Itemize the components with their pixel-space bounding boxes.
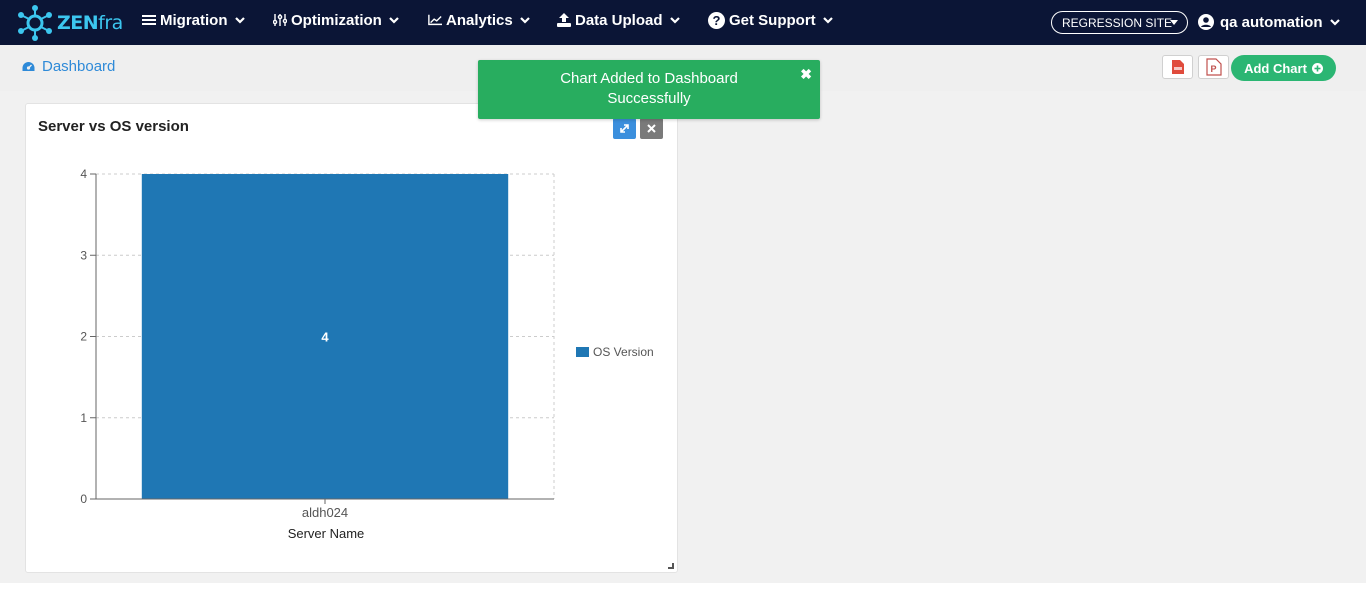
caret-down-icon — [1170, 20, 1178, 25]
y-tick-label: 0 — [80, 492, 87, 506]
toast-close-icon[interactable]: ✖ — [800, 66, 812, 83]
nav-optimization[interactable]: Optimization — [273, 10, 400, 30]
svg-text:?: ? — [713, 13, 721, 28]
chevron-down-icon — [1329, 19, 1340, 26]
toast-message: Chart Added to Dashboard Successfully — [518, 69, 780, 109]
logo-text-main: ZEN — [57, 12, 99, 34]
logo-text: ZENfra — [57, 12, 123, 34]
dashboard-gauge-icon — [22, 62, 35, 71]
nav-analytics[interactable]: Analytics — [428, 10, 531, 30]
user-circle-icon — [1198, 14, 1214, 30]
nav-get-support-label: Get Support — [729, 11, 816, 29]
nav-data-upload-label: Data Upload — [575, 11, 663, 29]
x-tick-label: aldh024 — [302, 505, 348, 520]
add-chart-button[interactable]: Add Chart — [1231, 55, 1336, 81]
breadcrumb-label: Dashboard — [42, 58, 116, 75]
ppt-file-icon: P — [1205, 58, 1222, 76]
logo-text-tail: fra — [98, 12, 123, 34]
user-name: qa automation — [1220, 13, 1323, 31]
chart-legend[interactable]: OS Version — [576, 345, 654, 359]
x-axis-label: Server Name — [288, 526, 365, 541]
svg-text:P: P — [1210, 64, 1216, 74]
resize-handle[interactable] — [668, 563, 674, 569]
add-chart-label: Add Chart — [1244, 60, 1307, 76]
plus-circle-icon — [1311, 62, 1323, 74]
nav-migration-label: Migration — [160, 11, 228, 29]
y-tick-label: 3 — [80, 248, 87, 262]
dashboard-content: Server vs OS version 4 0 1 2 3 4 aldh024 Serv… — [0, 91, 1366, 583]
top-navbar: ZENfra Migration Optimization Analytics … — [0, 0, 1366, 45]
y-tick-label: 4 — [80, 167, 87, 181]
list-icon — [142, 13, 156, 27]
y-tick-label: 2 — [80, 330, 87, 344]
toast-message-line1: Chart Added to Dashboard — [560, 70, 738, 87]
chevron-down-icon — [234, 17, 245, 24]
legend-label-os-version: OS Version — [593, 345, 654, 359]
zenfra-logo[interactable]: ZENfra — [16, 4, 123, 42]
breadcrumb-dashboard[interactable]: Dashboard — [22, 58, 115, 75]
chevron-down-icon — [519, 17, 530, 24]
export-ppt-button[interactable]: P — [1198, 55, 1229, 79]
upload-icon — [557, 13, 571, 27]
site-selector-value: REGRESSION SITE — [1062, 15, 1173, 30]
site-selector[interactable]: REGRESSION SITE — [1051, 11, 1188, 34]
nav-data-upload[interactable]: Data Upload — [557, 10, 681, 30]
chevron-down-icon — [389, 17, 399, 24]
sliders-icon — [273, 13, 287, 27]
nav-get-support[interactable]: ? Get Support — [708, 10, 834, 30]
success-toast: Chart Added to Dashboard Successfully ✖ — [478, 60, 820, 119]
chart-card: Server vs OS version 4 0 1 2 3 4 aldh024 Serv… — [25, 103, 678, 573]
legend-swatch — [576, 347, 589, 357]
bar-layer: 4 — [141, 174, 509, 499]
y-tick-label: 1 — [80, 411, 87, 425]
export-pdf-button[interactable] — [1162, 55, 1193, 79]
chevron-down-icon — [669, 17, 680, 24]
chevron-down-icon — [822, 17, 833, 24]
bar-data-label: 4 — [321, 330, 329, 345]
user-menu[interactable]: qa automation — [1198, 12, 1341, 32]
nav-analytics-label: Analytics — [446, 11, 513, 29]
question-circle-icon: ? — [708, 11, 725, 29]
bar-chart: 4 0 1 2 3 4 aldh024 Server Name OS Version — [80, 167, 654, 541]
toast-message-line2: Successfully — [607, 90, 691, 107]
line-chart-icon — [428, 13, 442, 27]
zenfra-gear-logo-icon — [18, 5, 52, 41]
pdf-file-icon — [1171, 60, 1184, 74]
nav-migration[interactable]: Migration — [142, 10, 246, 30]
nav-optimization-label: Optimization — [291, 11, 382, 29]
